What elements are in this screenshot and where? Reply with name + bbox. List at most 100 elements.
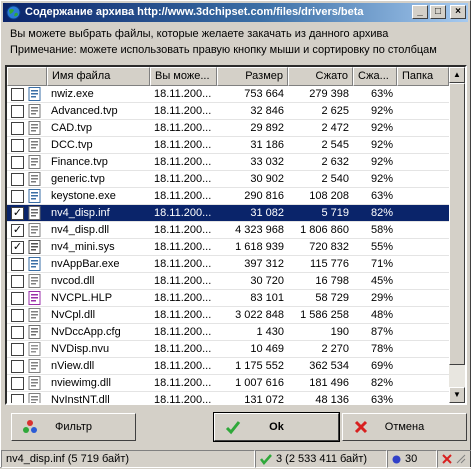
table-row[interactable]: Advanced.tvp 18.11.200... 32 846 2 625 92% bbox=[7, 103, 449, 120]
row-ratio: 92% bbox=[370, 156, 393, 168]
row-name: nwiz.exe bbox=[51, 88, 94, 100]
row-checkbox[interactable] bbox=[11, 291, 24, 305]
row-check-cell bbox=[7, 87, 47, 101]
row-checkbox[interactable] bbox=[11, 342, 24, 356]
row-checkbox[interactable]: ✓ bbox=[11, 223, 24, 237]
column-header-folder[interactable]: Папка bbox=[397, 67, 449, 86]
row-check-cell bbox=[7, 325, 47, 339]
column-header-ratio[interactable]: Сжа... bbox=[353, 67, 397, 86]
table-row[interactable]: NvCpl.dll 18.11.200... 3 022 848 1 586 258 4… bbox=[7, 307, 449, 324]
row-checkbox[interactable] bbox=[11, 308, 24, 322]
row-ratio: 92% bbox=[370, 105, 393, 117]
table-row[interactable]: Finance.tvp 18.11.200... 33 032 2 632 92% bbox=[7, 154, 449, 171]
row-checkbox[interactable] bbox=[11, 274, 24, 288]
column-header-date[interactable]: Вы може... bbox=[150, 67, 217, 86]
row-check-cell: ✓ bbox=[7, 206, 47, 220]
minimize-button[interactable]: _ bbox=[412, 5, 428, 19]
list-header: Имя файла Вы може... Размер Сжато Сжа...… bbox=[7, 67, 449, 86]
table-row[interactable]: ✓ nv4_disp.inf 18.11.200... 31 082 5 719 82% bbox=[7, 205, 449, 222]
row-date: 18.11.200... bbox=[154, 343, 212, 355]
row-date: 18.11.200... bbox=[154, 224, 212, 236]
table-row[interactable]: nvAppBar.exe 18.11.200... 397 312 115 776 71… bbox=[7, 256, 449, 273]
row-compressed: 1 806 860 bbox=[300, 224, 349, 236]
file-list[interactable]: Имя файла Вы може... Размер Сжато Сжа...… bbox=[5, 65, 467, 405]
tvp-icon bbox=[28, 121, 41, 135]
row-checkbox[interactable] bbox=[11, 376, 24, 390]
row-checkbox[interactable] bbox=[11, 325, 24, 339]
row-check-cell bbox=[7, 308, 47, 322]
row-checkbox[interactable] bbox=[11, 87, 24, 101]
row-checkbox[interactable] bbox=[11, 104, 24, 118]
table-row[interactable]: ✓ nv4_mini.sys 18.11.200... 1 618 939 720 83… bbox=[7, 239, 449, 256]
row-ratio: 63% bbox=[370, 394, 393, 405]
row-checkbox[interactable]: ✓ bbox=[11, 240, 24, 254]
table-row[interactable]: keystone.exe 18.11.200... 290 816 108 208 63… bbox=[7, 188, 449, 205]
row-ratio: 92% bbox=[370, 173, 393, 185]
table-row[interactable]: DCC.tvp 18.11.200... 31 186 2 545 92% bbox=[7, 137, 449, 154]
resize-grip-icon[interactable] bbox=[456, 454, 466, 464]
row-checkbox[interactable] bbox=[11, 138, 24, 152]
row-date: 18.11.200... bbox=[154, 258, 212, 270]
status-selection: 3 (2 533 411 байт) bbox=[255, 450, 387, 468]
close-button[interactable]: × bbox=[450, 5, 466, 19]
row-compressed: 58 729 bbox=[315, 292, 349, 304]
title-bar[interactable]: Содержание архива http://www.3dchipset.c… bbox=[3, 3, 468, 22]
row-checkbox[interactable] bbox=[11, 189, 24, 203]
status-file-text: nv4_disp.inf (5 719 байт) bbox=[6, 453, 130, 465]
row-name: nView.dll bbox=[51, 360, 95, 372]
table-row[interactable]: NVCPL.HLP 18.11.200... 83 101 58 729 29% bbox=[7, 290, 449, 307]
row-name: NVDisp.nvu bbox=[51, 343, 110, 355]
scroll-thumb[interactable] bbox=[449, 83, 465, 365]
table-row[interactable]: generic.tvp 18.11.200... 30 902 2 540 92% bbox=[7, 171, 449, 188]
row-checkbox[interactable] bbox=[11, 359, 24, 373]
table-row[interactable]: CAD.tvp 18.11.200... 29 892 2 472 92% bbox=[7, 120, 449, 137]
status-current-file: nv4_disp.inf (5 719 байт) bbox=[1, 450, 255, 468]
row-name: Finance.tvp bbox=[51, 156, 108, 168]
row-checkbox[interactable]: ✓ bbox=[11, 206, 24, 220]
scroll-up-icon[interactable]: ▲ bbox=[449, 67, 465, 83]
table-row[interactable]: nwiz.exe 18.11.200... 753 664 279 398 63% bbox=[7, 86, 449, 103]
dll-icon bbox=[28, 393, 41, 403]
cancel-button-label: Отмена bbox=[384, 421, 425, 433]
row-size: 83 101 bbox=[250, 292, 284, 304]
row-checkbox[interactable] bbox=[11, 257, 24, 271]
row-size: 32 846 bbox=[250, 105, 284, 117]
row-date: 18.11.200... bbox=[154, 360, 212, 372]
row-check-cell bbox=[7, 291, 47, 305]
row-date: 18.11.200... bbox=[154, 394, 212, 405]
row-checkbox[interactable] bbox=[11, 155, 24, 169]
vertical-scrollbar[interactable]: ▲ ▼ bbox=[449, 67, 465, 403]
row-checkbox[interactable] bbox=[11, 172, 24, 186]
row-checkbox[interactable] bbox=[11, 121, 24, 135]
column-header-check[interactable] bbox=[7, 67, 47, 86]
table-row[interactable]: NvDccApp.cfg 18.11.200... 1 430 190 87% bbox=[7, 324, 449, 341]
row-check-cell bbox=[7, 121, 47, 135]
row-compressed: 48 136 bbox=[315, 394, 349, 405]
table-row[interactable]: nviewimg.dll 18.11.200... 1 007 616 181 496… bbox=[7, 375, 449, 392]
maximize-button[interactable]: □ bbox=[430, 5, 446, 19]
column-header-name[interactable]: Имя файла bbox=[47, 67, 150, 86]
filter-button[interactable]: Фильтр bbox=[11, 413, 136, 441]
row-size: 30 902 bbox=[250, 173, 284, 185]
table-row[interactable]: NVDisp.nvu 18.11.200... 10 469 2 270 78% bbox=[7, 341, 449, 358]
row-compressed: 279 398 bbox=[309, 88, 349, 100]
row-checkbox[interactable] bbox=[11, 393, 24, 403]
column-header-compressed[interactable]: Сжато bbox=[288, 67, 353, 86]
row-size: 10 469 bbox=[250, 343, 284, 355]
row-name: CAD.tvp bbox=[51, 122, 92, 134]
info-line-2: Примечание: можете использовать правую к… bbox=[10, 44, 437, 56]
table-row[interactable]: nvcod.dll 18.11.200... 30 720 16 798 45% bbox=[7, 273, 449, 290]
table-row[interactable]: nView.dll 18.11.200... 1 175 552 362 534 69% bbox=[7, 358, 449, 375]
status-count: 30 bbox=[387, 450, 437, 468]
table-row[interactable]: ✓ nv4_disp.dll 18.11.200... 4 323 968 1 806 … bbox=[7, 222, 449, 239]
row-ratio: 87% bbox=[370, 326, 393, 338]
cancel-button[interactable]: Отмена bbox=[342, 413, 467, 441]
column-header-size[interactable]: Размер bbox=[217, 67, 288, 86]
row-size: 1 007 616 bbox=[235, 377, 284, 389]
table-row[interactable]: NvInstNT.dll 18.11.200... 131 072 48 136 63% bbox=[7, 392, 449, 405]
row-ratio: 92% bbox=[370, 139, 393, 151]
row-date: 18.11.200... bbox=[154, 122, 212, 134]
scroll-down-icon[interactable]: ▼ bbox=[449, 387, 465, 403]
ok-button[interactable]: Ok bbox=[213, 412, 340, 442]
row-name: nv4_disp.inf bbox=[51, 207, 110, 219]
